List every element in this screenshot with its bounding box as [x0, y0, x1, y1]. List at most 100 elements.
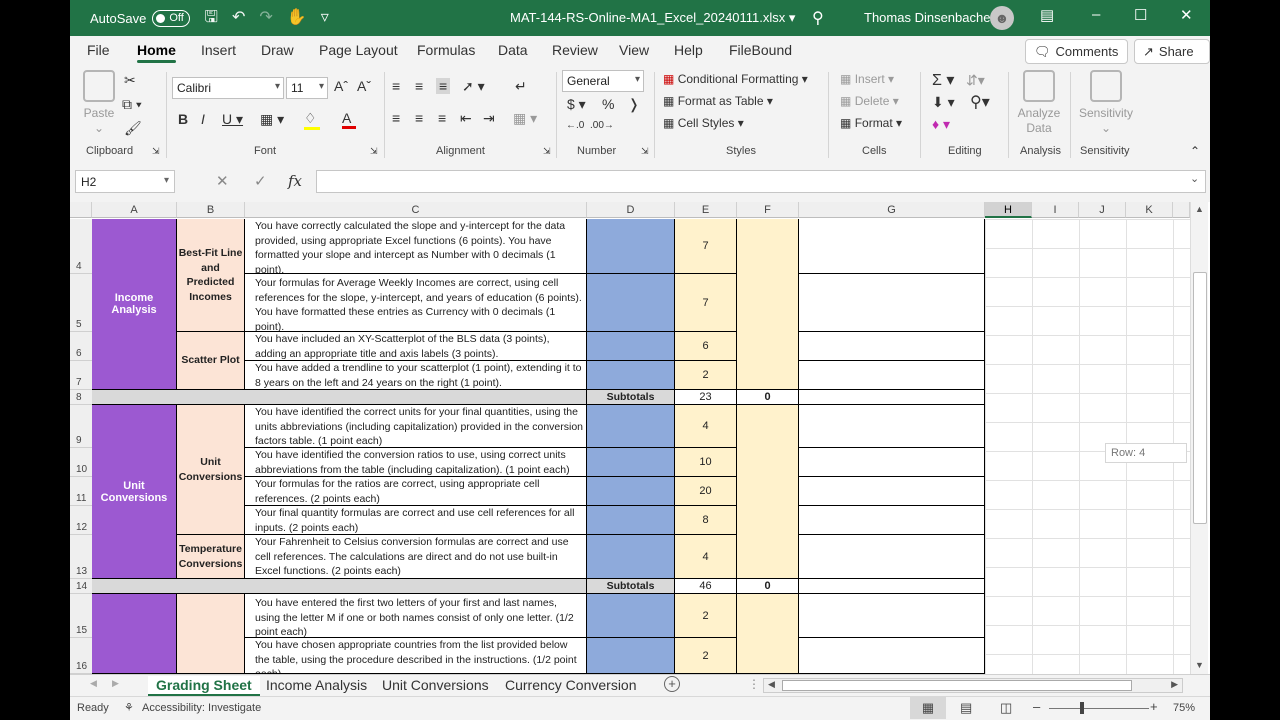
row-header[interactable]: 8: [70, 390, 92, 405]
row-header[interactable]: 10: [70, 448, 92, 477]
scroll-sheets-right-icon[interactable]: ▶: [112, 678, 119, 689]
criteria-cell[interactable]: You have entered the first two letters o…: [245, 594, 587, 638]
row-header[interactable]: 9: [70, 405, 92, 448]
number-launcher-icon[interactable]: ⇲: [641, 146, 649, 157]
vertical-scroll-thumb[interactable]: [1193, 272, 1207, 524]
insert-function-icon[interactable]: fx: [288, 172, 302, 190]
wrap-text-icon[interactable]: ↵: [515, 78, 527, 95]
score-cell[interactable]: [587, 219, 675, 274]
ribbon-display-icon[interactable]: ▤: [1040, 6, 1054, 24]
format-as-table-button[interactable]: ▦ Format as Table ▾: [663, 94, 773, 108]
fill-icon[interactable]: ⬇ ▾: [932, 94, 955, 111]
font-name-combo[interactable]: Calibri: [172, 77, 284, 99]
zoom-slider[interactable]: [1049, 708, 1149, 709]
criteria-cell[interactable]: Your formulas for the ratios are correct…: [245, 477, 587, 506]
customize-toolbar-icon[interactable]: ▿: [321, 10, 329, 26]
column-header-j[interactable]: J: [1079, 202, 1126, 218]
subtotals-label[interactable]: Subtotals: [587, 579, 675, 594]
score-cell[interactable]: [587, 448, 675, 477]
align-right-icon[interactable]: ≡: [438, 110, 446, 126]
worksheet-grid[interactable]: A B C D E F G H I J K 4 5 6 7 8 9 10 11 …: [70, 202, 1210, 674]
collapse-ribbon-icon[interactable]: ⌃: [1190, 144, 1200, 158]
analyze-data-button[interactable]: Analyze Data: [1016, 70, 1062, 136]
currency-icon[interactable]: $ ▾: [567, 96, 586, 113]
tab-filebound[interactable]: FileBound: [729, 42, 792, 58]
avatar[interactable]: ☻: [990, 6, 1014, 30]
row-header[interactable]: 14: [70, 579, 92, 594]
font-color-icon[interactable]: A: [342, 110, 356, 129]
subtotal-earned[interactable]: 0: [737, 579, 799, 594]
sensitivity-button[interactable]: Sensitivity ⌄: [1076, 70, 1136, 136]
delete-cells-button[interactable]: ▦ Delete ▾: [840, 94, 899, 108]
file-name[interactable]: MAT-144-RS-Online-MA1_Excel_20240111.xls…: [510, 10, 795, 26]
underline-icon[interactable]: U ▾: [222, 111, 243, 128]
sheet-tab-currency-conversion[interactable]: Currency Conversion: [497, 676, 645, 694]
scroll-left-icon[interactable]: ◀: [768, 679, 775, 690]
share-button[interactable]: ↗ Share: [1134, 39, 1210, 64]
column-header-f[interactable]: F: [737, 202, 799, 218]
tab-home[interactable]: Home: [137, 42, 176, 63]
comment-cell[interactable]: [799, 332, 985, 361]
criteria-cell[interactable]: Your final quantity formulas are correct…: [245, 506, 587, 535]
middle-align-icon[interactable]: ≡: [415, 78, 423, 94]
conditional-formatting-button[interactable]: ▦ Conditional Formatting ▾: [663, 72, 808, 86]
paste-button[interactable]: Paste ⌄: [82, 70, 116, 136]
user-name[interactable]: Thomas Dinsenbacher: [864, 10, 995, 25]
align-center-icon[interactable]: ≡: [415, 110, 423, 126]
sheet-tab-income-analysis[interactable]: Income Analysis: [258, 676, 375, 694]
tab-view[interactable]: View: [619, 42, 649, 58]
bottom-align-icon[interactable]: ≡: [436, 78, 451, 94]
touch-mode-icon[interactable]: ✋: [287, 10, 307, 26]
font-launcher-icon[interactable]: ⇲: [370, 146, 378, 157]
column-header-g[interactable]: G: [799, 202, 985, 218]
column-header-d[interactable]: D: [587, 202, 675, 218]
find-select-icon[interactable]: ⚲▾: [970, 92, 990, 112]
comment-cell[interactable]: [799, 390, 985, 405]
points-cell[interactable]: 2: [675, 594, 737, 638]
page-layout-view-icon[interactable]: ▤: [960, 700, 972, 716]
fill-color-icon[interactable]: ♢: [304, 110, 320, 130]
zoom-out-icon[interactable]: –: [1033, 699, 1040, 714]
tab-review[interactable]: Review: [552, 42, 598, 58]
column-header-i[interactable]: I: [1032, 202, 1079, 218]
tab-split-handle[interactable]: ⋮: [748, 677, 760, 691]
column-header-b[interactable]: B: [177, 202, 245, 218]
tab-help[interactable]: Help: [674, 42, 703, 58]
column-header-e[interactable]: E: [675, 202, 737, 218]
subtotal-earned[interactable]: 0: [737, 390, 799, 405]
points-cell[interactable]: 2: [675, 638, 737, 674]
comment-cell[interactable]: [799, 405, 985, 448]
criteria-cell[interactable]: You have added a trendline to your scatt…: [245, 361, 587, 390]
category-unit-conversions[interactable]: Unit Conversions: [92, 405, 177, 579]
clipboard-launcher-icon[interactable]: ⇲: [152, 146, 160, 157]
cancel-icon[interactable]: ✕: [216, 172, 229, 190]
decrease-indent-icon[interactable]: ⇤: [460, 110, 472, 127]
enter-icon[interactable]: ✓: [254, 172, 267, 190]
scroll-right-icon[interactable]: ▶: [1171, 679, 1178, 690]
subtotals-label[interactable]: Subtotals: [587, 390, 675, 405]
earned-cell[interactable]: [737, 405, 799, 579]
autosum-icon[interactable]: Σ ▾: [932, 70, 954, 90]
criteria-cell[interactable]: Your Fahrenheit to Celsius conversion fo…: [245, 535, 587, 579]
row-header[interactable]: 11: [70, 477, 92, 506]
merge-center-icon[interactable]: ▦ ▾: [513, 110, 537, 127]
comment-cell[interactable]: [799, 594, 985, 638]
decrease-font-icon[interactable]: Aˇ: [357, 78, 371, 94]
tab-page-layout[interactable]: Page Layout: [319, 42, 398, 58]
criteria-cell[interactable]: Your formulas for Average Weekly Incomes…: [245, 274, 587, 332]
score-cell[interactable]: [587, 274, 675, 332]
insert-cells-button[interactable]: ▦ Insert ▾: [840, 72, 894, 86]
cell-styles-button[interactable]: ▦ Cell Styles ▾: [663, 116, 744, 130]
column-header-a[interactable]: A: [92, 202, 177, 218]
select-all-corner[interactable]: [70, 202, 92, 218]
row-header[interactable]: 5: [70, 274, 92, 332]
percent-icon[interactable]: %: [602, 96, 614, 112]
borders-icon[interactable]: ▦ ▾: [260, 111, 284, 128]
score-cell[interactable]: [587, 638, 675, 674]
comment-cell[interactable]: [799, 477, 985, 506]
sheet-tab-unit-conversions[interactable]: Unit Conversions: [374, 676, 497, 694]
points-cell[interactable]: 10: [675, 448, 737, 477]
column-header-c[interactable]: C: [245, 202, 587, 218]
clear-icon[interactable]: ♦ ▾: [932, 116, 950, 133]
points-cell[interactable]: 4: [675, 535, 737, 579]
